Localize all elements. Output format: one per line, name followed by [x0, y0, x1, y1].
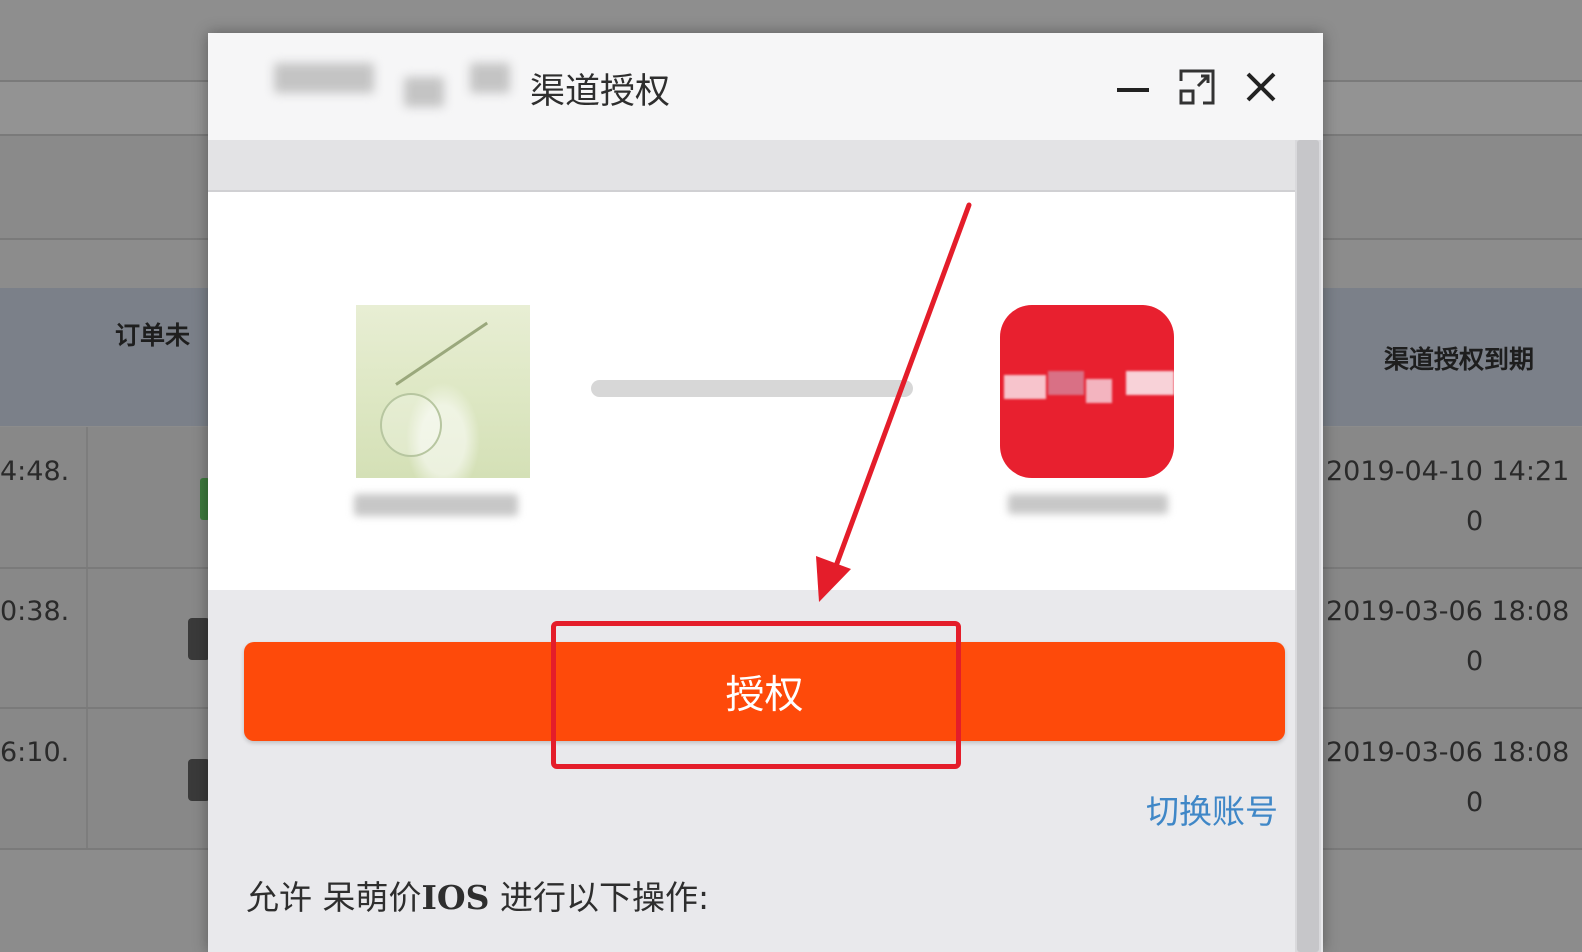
permission-statement: 允许 呆萌价IOS 进行以下操作:	[246, 871, 709, 919]
app-icon-redacted	[1086, 379, 1112, 403]
bg-cell-expiry: 2019-03-06 18:08	[1326, 737, 1570, 768]
avatar-vase	[380, 393, 442, 457]
bg-column-divider	[86, 427, 88, 852]
authorize-button[interactable]: 授权	[244, 642, 1285, 741]
bg-cell-time: 6:10.	[0, 737, 70, 768]
bg-header-order: 订单未	[115, 321, 191, 350]
authorization-dialog: 渠道授权 授权 切换账号 允许 呆萌价IOS 进行以下操作:	[208, 33, 1323, 952]
dialog-subheader	[208, 140, 1295, 192]
permission-prefix: 允许 呆萌价	[246, 878, 422, 917]
title-redacted	[274, 63, 374, 93]
bg-cell-expiry: 2019-03-06 18:08	[1326, 596, 1570, 627]
user-name-redacted	[354, 494, 518, 516]
permission-suffix: 进行以下操作:	[489, 878, 710, 917]
title-redacted	[470, 63, 510, 93]
dialog-title: 渠道授权	[530, 72, 671, 111]
close-icon[interactable]	[1241, 67, 1281, 107]
bg-status-tag	[188, 618, 210, 660]
permission-app-name: IOS	[421, 878, 490, 917]
avatar-flower-stem	[395, 321, 489, 386]
app-name-redacted	[1008, 494, 1168, 514]
bg-cell-count: 0	[1466, 506, 1484, 537]
dialog-titlebar: 渠道授权	[208, 33, 1323, 140]
dialog-scrollbar-thumb[interactable]	[1297, 140, 1319, 952]
app-icon-redacted	[1004, 375, 1046, 399]
switch-account-link[interactable]: 切换账号	[1146, 785, 1278, 833]
user-avatar	[356, 305, 530, 478]
authorize-button-label: 授权	[725, 673, 804, 717]
app-icon	[1000, 305, 1174, 478]
app-icon-redacted	[1048, 371, 1084, 395]
maximize-icon[interactable]	[1177, 67, 1217, 107]
bg-cell-expiry: 2019-04-10 14:21	[1326, 456, 1570, 487]
bg-cell-count: 0	[1466, 787, 1484, 818]
bg-status-tag	[188, 759, 210, 801]
app-icon-redacted	[1126, 371, 1174, 395]
bg-cell-count: 0	[1466, 646, 1484, 677]
title-redacted	[404, 77, 444, 107]
account-link-panel	[208, 192, 1295, 590]
bg-cell-time: 0:38.	[0, 596, 70, 627]
bg-cell-time: 4:48.	[0, 456, 70, 487]
bg-header-expiry: 渠道授权到期	[1384, 345, 1535, 374]
link-connector-line	[591, 380, 913, 397]
minimize-icon[interactable]	[1113, 67, 1153, 107]
